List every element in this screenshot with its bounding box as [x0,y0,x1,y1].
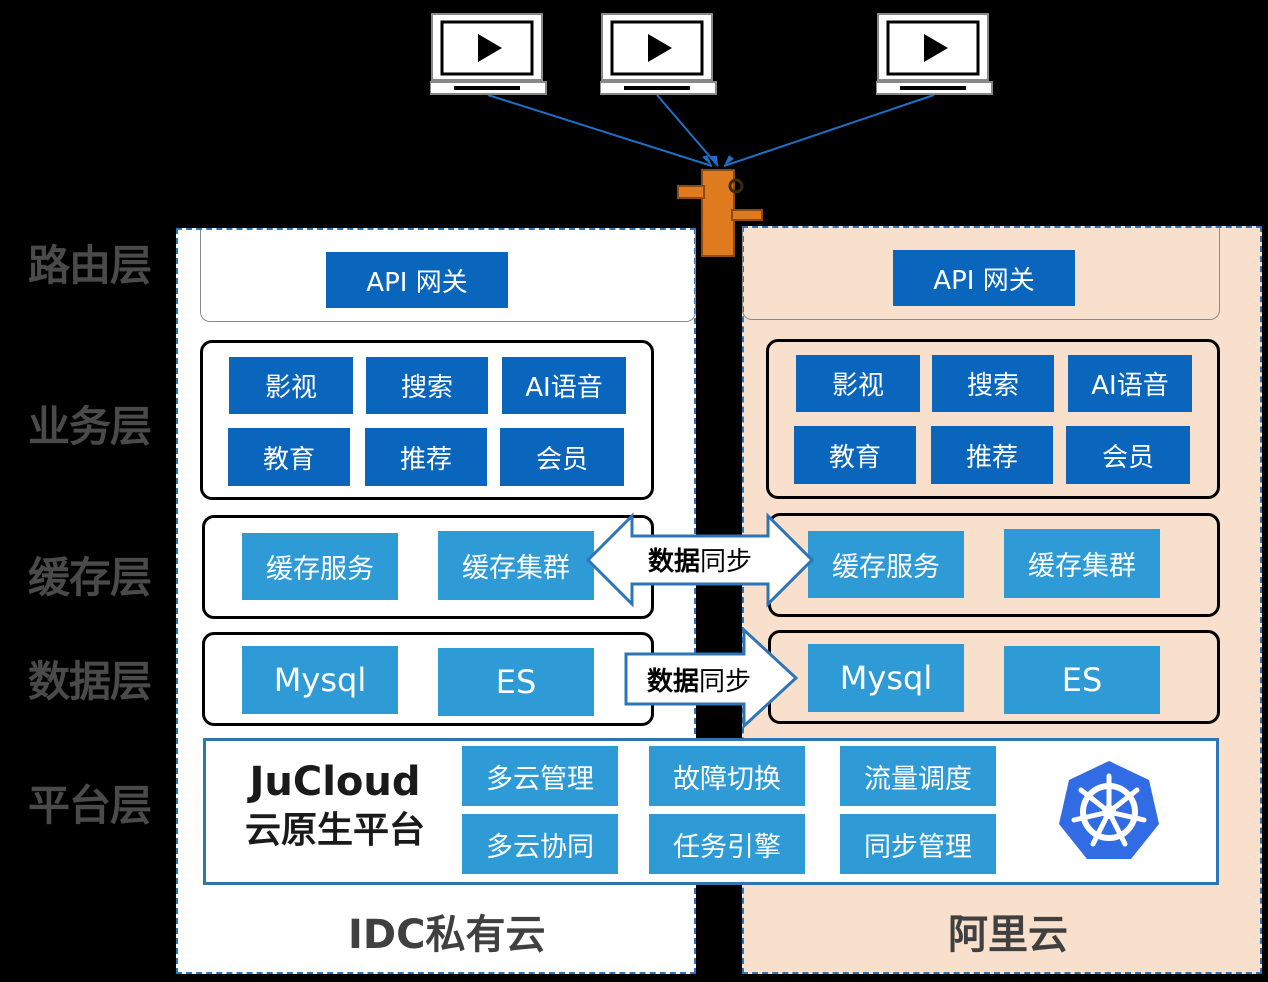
platform-module-traffic-scheduling[interactable]: 流量调度 [840,746,996,806]
idc-db-mysql[interactable]: Mysql [242,646,398,714]
aliyun-service-member[interactable]: 会员 [1066,426,1190,484]
connector-line [723,94,935,167]
idc-service-ai-voice[interactable]: AI语音 [502,357,626,414]
aliyun-service-ai-voice[interactable]: AI语音 [1068,355,1192,412]
cache-sync-label: 数据 同步 [647,546,753,577]
kubernetes-logo-icon [1059,761,1159,859]
layer-label-route: 路由层 [28,241,152,290]
layer-label-data: 数据层 [28,657,152,706]
aliyun-service-recommend[interactable]: 推荐 [931,426,1053,484]
idc-service-recommend[interactable]: 推荐 [365,428,487,486]
platform-module-multi-cloud-collab[interactable]: 多云协同 [462,814,618,874]
idc-service-search[interactable]: 搜索 [366,357,488,414]
laptop-play-icon [600,13,717,95]
platform-module-sync-mgmt[interactable]: 同步管理 [840,814,996,874]
platform-module-failover[interactable]: 故障切换 [649,746,805,806]
laptop-play-icon [876,13,993,95]
aliyun-service-search[interactable]: 搜索 [932,355,1054,412]
layer-label-cache: 缓存层 [28,553,152,602]
aliyun-db-es[interactable]: ES [1004,646,1160,714]
platform-title-cloud-native: 云原生平台 [244,810,425,851]
idc-api-gateway[interactable]: API 网关 [326,252,508,308]
aliyun-db-mysql[interactable]: Mysql [808,644,964,712]
idc-cloud-name: IDC私有云 [348,912,546,958]
idc-cache-cluster[interactable]: 缓存集群 [438,531,594,600]
platform-title-jucloud: JuCloud [249,759,421,805]
idc-cache-service[interactable]: 缓存服务 [242,533,398,600]
aliyun-cache-cluster[interactable]: 缓存集群 [1004,529,1160,598]
aliyun-service-education[interactable]: 教育 [794,426,916,484]
data-sync-label: 数据 同步 [646,666,752,697]
platform-module-multi-cloud-mgmt[interactable]: 多云管理 [462,746,618,806]
idc-service-video[interactable]: 影视 [229,357,353,414]
idc-service-education[interactable]: 教育 [228,428,350,486]
idc-db-es[interactable]: ES [438,648,594,716]
connector-line [487,94,713,167]
connector-line [656,94,719,167]
layer-label-business: 业务层 [28,402,152,451]
aliyun-cache-service[interactable]: 缓存服务 [808,531,964,598]
aliyun-api-gateway[interactable]: API 网关 [893,250,1075,306]
aliyun-cloud-name: 阿里云 [948,912,1068,958]
layer-label-platform: 平台层 [28,781,152,830]
aliyun-service-video[interactable]: 影视 [796,355,920,412]
idc-service-member[interactable]: 会员 [500,428,624,486]
platform-module-task-engine[interactable]: 任务引擎 [649,814,805,874]
laptop-play-icon [430,13,547,95]
